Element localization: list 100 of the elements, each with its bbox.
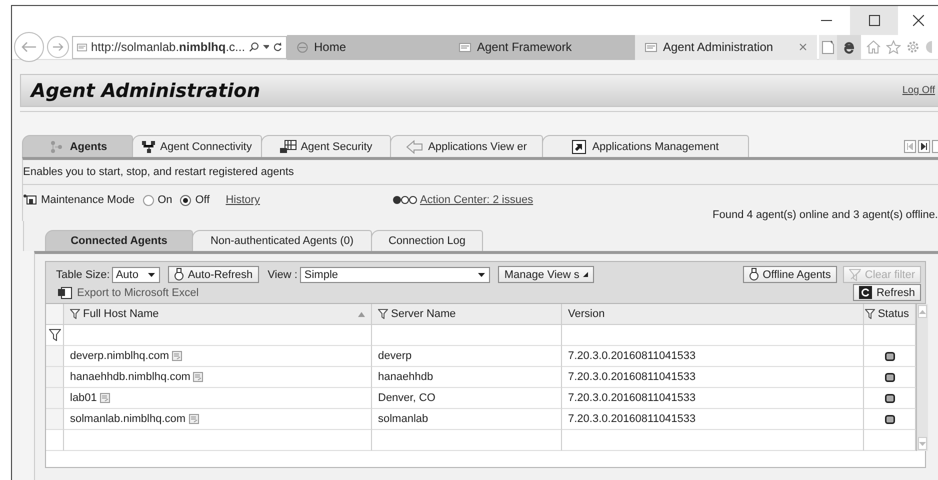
last-page-icon: [921, 142, 927, 150]
row-selector[interactable]: [46, 388, 64, 409]
auto-refresh-button[interactable]: Auto-Refresh: [168, 266, 259, 283]
tab[interactable]: Applications View er: [390, 135, 543, 157]
tab[interactable]: Agent Security: [261, 135, 391, 157]
column-header[interactable]: Server Name: [372, 304, 562, 325]
history-link[interactable]: History: [226, 194, 260, 206]
filter-field[interactable]: [864, 325, 916, 346]
tab[interactable]: Applications Management: [542, 135, 749, 157]
tab[interactable]: Connected Agents: [45, 230, 193, 251]
filter-icon: [70, 309, 80, 319]
radio-button[interactable]: [142, 194, 154, 206]
radio-label: Off: [195, 194, 210, 206]
scrollbar[interactable]: [916, 304, 928, 451]
maintenance-icon: [23, 194, 37, 206]
table-cell: deverp: [378, 350, 412, 362]
status-icon: [884, 414, 894, 424]
note-icon[interactable]: [188, 414, 199, 424]
radio-button[interactable]: [180, 194, 192, 206]
refresh-button[interactable]: Refresh: [853, 284, 921, 301]
caret-icon: [583, 272, 588, 277]
browser-tab[interactable]: Agent Administration: [635, 34, 817, 60]
management-icon: [572, 140, 588, 154]
browser-tab[interactable]: Home: [287, 34, 449, 60]
refresh-icon: [859, 286, 872, 299]
table-size-label: Table Size:: [56, 268, 110, 280]
table-cell: hanaehhdb: [378, 371, 434, 383]
export-link[interactable]: Export to Microsoft Excel: [58, 286, 199, 298]
new-tab-icon[interactable]: [822, 40, 834, 54]
status-icon: [884, 394, 894, 402]
globe-icon: [297, 42, 308, 52]
close-icon: [912, 15, 924, 26]
filter-icon: [378, 309, 388, 319]
filter-field[interactable]: [64, 325, 372, 346]
table-cell: 7.20.3.0.20160811041533: [568, 371, 696, 383]
note-icon[interactable]: [172, 351, 182, 361]
forward-arrow-icon: [52, 42, 64, 52]
maintenance-label: Maintenance Mode: [41, 194, 135, 206]
home-icon[interactable]: [866, 40, 881, 54]
table-cell: hanaehhdb.nimblhq.com: [70, 371, 190, 383]
browser-logo-icon[interactable]: [842, 40, 856, 54]
bulb-icon: [174, 268, 184, 281]
favorites-icon[interactable]: [886, 40, 901, 54]
table-cell: deverp.nimblhq.com: [70, 350, 170, 362]
column-header[interactable]: Full Host Name: [64, 304, 372, 325]
caret-icon: [478, 272, 486, 276]
scroll-up-icon[interactable]: [919, 310, 926, 314]
filter-field[interactable]: [562, 325, 864, 346]
back-arrow-icon: [21, 41, 37, 53]
offline-agents-button[interactable]: Offline Agents: [742, 266, 837, 283]
tab-close-icon[interactable]: [799, 43, 807, 51]
table-cell: 7.20.3.0.20160811041533: [568, 392, 696, 404]
browser-tab[interactable]: Agent Framework: [449, 34, 635, 60]
table-cell: 7.20.3.0.20160811041533: [568, 350, 696, 362]
caret-icon: [263, 45, 269, 49]
status-icon: [884, 352, 894, 360]
table-cell: lab01: [70, 392, 97, 404]
row-selector[interactable]: [46, 409, 64, 430]
row-selector[interactable]: [46, 367, 64, 388]
log-off-link[interactable]: Log Off: [902, 85, 935, 96]
bulb-icon: [748, 268, 759, 281]
settings-icon[interactable]: [906, 40, 920, 54]
forward-button[interactable]: [47, 36, 69, 58]
table-size-dropdown[interactable]: Auto: [112, 266, 160, 282]
note-icon[interactable]: [193, 372, 204, 382]
first-page-icon: [907, 142, 913, 150]
scroll-down-icon[interactable]: [919, 442, 926, 446]
action-center-link[interactable]: Action Center: 2 issues: [420, 194, 534, 206]
refresh-icon: [272, 41, 282, 53]
table-cell: solmanlab.nimblhq.com: [70, 413, 186, 425]
filter-icon: [864, 309, 875, 319]
view-label: View :: [268, 268, 298, 280]
tab[interactable]: Agents: [22, 135, 133, 157]
filter-field[interactable]: [372, 325, 562, 346]
maximize-icon: [868, 15, 880, 26]
network-icon: [142, 140, 156, 152]
filter-row-icon[interactable]: [48, 329, 60, 341]
column-header[interactable]: Version: [562, 304, 864, 325]
tab[interactable]: Connection Log: [371, 230, 483, 251]
viewer-icon: [406, 140, 424, 154]
caret-icon: [148, 272, 155, 276]
address-field[interactable]: http://solmanlab.nimblhq.c...: [72, 36, 287, 58]
view-dropdown[interactable]: Simple: [300, 266, 490, 282]
page-icon: [77, 42, 87, 52]
status-icon: [884, 372, 894, 382]
security-icon: [280, 140, 297, 153]
column-header[interactable]: Status: [864, 304, 916, 325]
row-selector[interactable]: [46, 346, 64, 367]
page-icon: [459, 42, 471, 52]
tab[interactable]: Agent Connectivity: [132, 135, 262, 157]
page-title: Agent Administration: [31, 80, 260, 102]
last-page-button[interactable]: [918, 140, 930, 152]
table-cell: solmanlab: [378, 413, 428, 425]
back-button[interactable]: [14, 32, 44, 62]
minimize-icon: [820, 20, 832, 22]
note-icon[interactable]: [100, 393, 110, 403]
maximize-button[interactable]: [850, 6, 898, 35]
search-icon: [249, 41, 260, 53]
manage-views-button[interactable]: Manage View s: [498, 266, 594, 283]
radio-label: On: [158, 194, 172, 206]
